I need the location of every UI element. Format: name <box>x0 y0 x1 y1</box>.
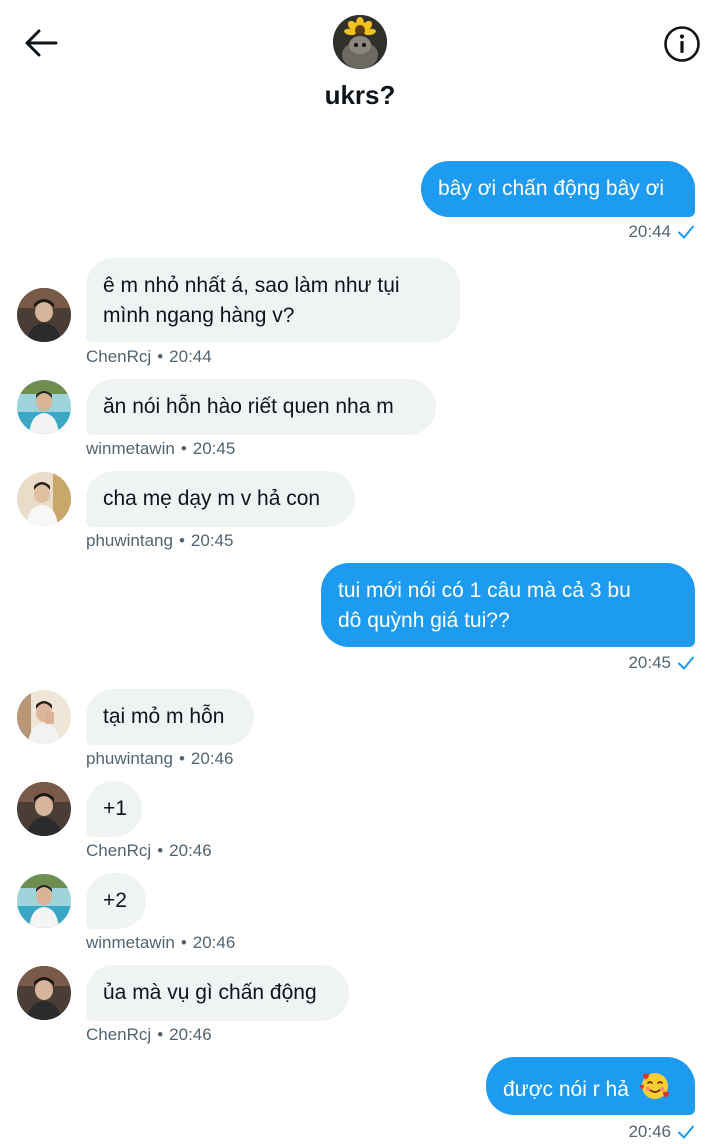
message-meta: phuwintang • 20:46 <box>86 747 233 771</box>
avatar-photo <box>17 690 71 744</box>
meta-separator: • <box>180 933 187 952</box>
message-time: 20:44 <box>169 347 212 366</box>
incoming-message[interactable]: tại mỏ m hỗn <box>86 689 254 745</box>
message-text: được nói r hả <box>503 1078 629 1102</box>
message-time: 20:46 <box>190 749 234 768</box>
message-text-line: mình ngang hàng v? <box>103 304 295 327</box>
message-time: 20:46 <box>628 1122 671 1141</box>
message-meta: 20:44 <box>560 220 695 244</box>
message-text: +1 <box>103 797 127 820</box>
conversation-header: ukrs? <box>0 0 720 130</box>
message-time: 20:45 <box>628 653 671 672</box>
sender-name: ChenRcj <box>86 1025 152 1044</box>
message-time: 20:44 <box>628 222 671 241</box>
smiling-face-with-hearts-icon <box>639 1070 671 1111</box>
avatar-photo <box>17 966 71 1020</box>
sender-name: winmetawin <box>86 439 175 458</box>
meta-separator: • <box>178 749 185 768</box>
incoming-message[interactable]: cha mẹ dạy m v hả con <box>86 471 355 527</box>
group-avatar[interactable] <box>333 15 387 69</box>
sender-avatar[interactable] <box>17 874 71 928</box>
incoming-message[interactable]: ê m nhỏ nhất á, sao làm như tụi mình nga… <box>86 258 460 342</box>
message-time: 20:46 <box>169 841 212 860</box>
avatar-photo <box>17 782 71 836</box>
message-text-line: dô quỳnh giá tui?? <box>338 609 510 632</box>
sender-name: phuwintang <box>86 531 173 550</box>
sender-avatar[interactable] <box>17 966 71 1020</box>
outgoing-message[interactable]: bây ơi chấn động bây ơi <box>421 161 695 217</box>
outgoing-message[interactable]: tui mới nói có 1 câu mà cả 3 bu dô quỳnh… <box>321 563 695 647</box>
avatar-photo <box>17 472 71 526</box>
message-meta: phuwintang • 20:45 <box>86 529 233 553</box>
info-circle-icon <box>664 26 700 62</box>
message-text: bây ơi chấn động bây ơi <box>438 177 665 200</box>
meta-separator: • <box>157 347 164 366</box>
avatar-photo <box>17 380 71 434</box>
sender-avatar[interactable] <box>17 380 71 434</box>
message-text: ủa mà vụ gì chấn động <box>103 981 317 1004</box>
message-text: +2 <box>103 889 127 912</box>
message-text-line: ê m nhỏ nhất á, sao làm như tụi <box>103 274 400 297</box>
message-text: tại mỏ m hỗn <box>103 705 225 728</box>
arrow-left-icon <box>25 29 58 57</box>
avatar-photo <box>17 288 71 342</box>
message-text: ăn nói hỗn hào riết quen nha m <box>103 395 394 418</box>
incoming-message[interactable]: ủa mà vụ gì chấn động <box>86 965 349 1021</box>
sunflower-raccoon-image <box>333 15 387 69</box>
message-text-line: tui mới nói có 1 câu mà cả 3 bu <box>338 579 631 602</box>
message-meta: ChenRcj • 20:44 <box>86 345 212 369</box>
sender-name: winmetawin <box>86 933 175 952</box>
message-meta: ChenRcj • 20:46 <box>86 839 212 863</box>
incoming-message[interactable]: ăn nói hỗn hào riết quen nha m <box>86 379 436 435</box>
meta-separator: • <box>180 439 187 458</box>
conversation-title: ukrs? <box>324 80 396 110</box>
sender-avatar[interactable] <box>17 782 71 836</box>
sender-avatar[interactable] <box>17 288 71 342</box>
sender-name: phuwintang <box>86 749 173 768</box>
sender-avatar[interactable] <box>17 472 71 526</box>
message-meta: winmetawin • 20:46 <box>86 931 235 955</box>
message-time: 20:45 <box>190 531 234 550</box>
message-time: 20:45 <box>192 439 236 458</box>
sent-check-icon <box>677 224 695 240</box>
info-button[interactable] <box>662 24 702 64</box>
message-time: 20:46 <box>192 933 236 952</box>
message-time: 20:46 <box>169 1025 212 1044</box>
avatar-photo <box>17 874 71 928</box>
meta-separator: • <box>178 531 185 550</box>
message-meta: winmetawin • 20:45 <box>86 437 235 461</box>
message-meta: ChenRcj • 20:46 <box>86 1023 212 1047</box>
sender-avatar[interactable] <box>17 690 71 744</box>
sender-name: ChenRcj <box>86 841 152 860</box>
back-button[interactable] <box>20 22 62 64</box>
message-text: cha mẹ dạy m v hả con <box>103 487 321 510</box>
message-meta: 20:46 <box>560 1120 695 1144</box>
incoming-message[interactable]: +2 <box>86 873 146 929</box>
meta-separator: • <box>157 1025 164 1044</box>
incoming-message[interactable]: +1 <box>86 781 142 837</box>
meta-separator: • <box>157 841 164 860</box>
outgoing-message[interactable]: được nói r hả <box>486 1057 695 1115</box>
sent-check-icon <box>677 1124 695 1140</box>
message-meta: 20:45 <box>560 651 695 675</box>
sender-name: ChenRcj <box>86 347 152 366</box>
sent-check-icon <box>677 655 695 671</box>
